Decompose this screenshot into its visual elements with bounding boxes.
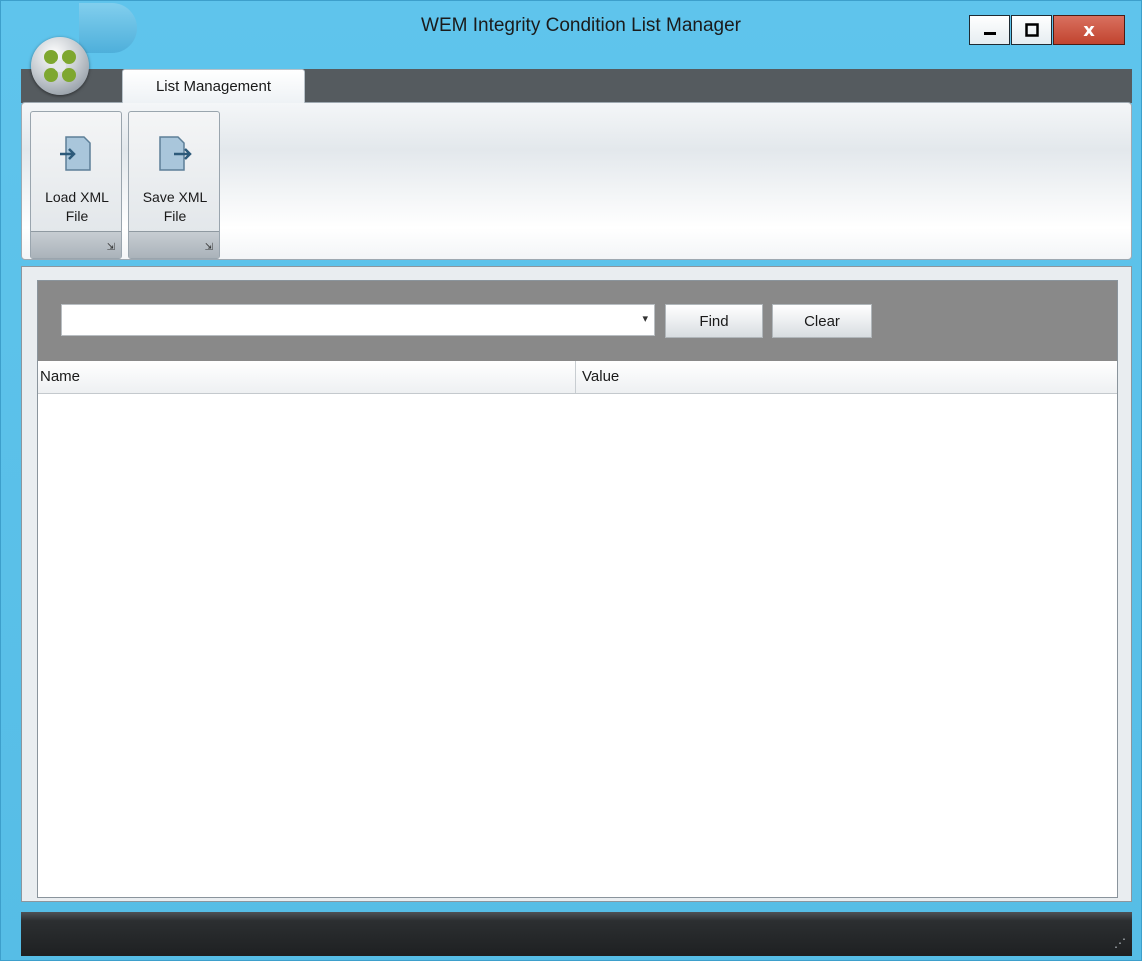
save-xml-file-label: Save XML File	[142, 189, 208, 224]
save-xml-file-button[interactable]: Save XML File ⇲	[128, 111, 220, 259]
chevron-down-icon[interactable]: ▾	[642, 312, 648, 325]
minimize-button[interactable]	[969, 15, 1010, 45]
citrix-logo-icon	[44, 50, 76, 82]
app-window: WEM Integrity Condition List Manager x L…	[0, 0, 1142, 961]
load-xml-file-label: Load XML File	[45, 189, 109, 224]
title-bar[interactable]: WEM Integrity Condition List Manager x	[1, 1, 1141, 71]
window-title: WEM Integrity Condition List Manager	[421, 15, 741, 36]
load-xml-file-button[interactable]: Load XML File ⇲	[30, 111, 122, 259]
app-orb-backdrop	[79, 3, 137, 53]
close-button[interactable]: x	[1053, 15, 1125, 45]
column-header-name[interactable]: Name	[38, 361, 576, 393]
application-menu-button[interactable]	[31, 37, 89, 95]
load-file-icon	[60, 136, 91, 171]
maximize-button[interactable]	[1011, 15, 1052, 45]
save-file-icon	[159, 136, 192, 171]
dialog-launcher-icon[interactable]: ⇲	[107, 242, 115, 253]
column-header-value[interactable]: Value	[577, 361, 1117, 393]
close-icon: x	[1083, 19, 1095, 41]
group-footer: ⇲	[129, 231, 219, 258]
grid-header: Name Value	[38, 361, 1117, 394]
clear-button[interactable]: Clear	[772, 304, 872, 338]
tab-list-management[interactable]: List Management	[122, 69, 305, 103]
find-button[interactable]: Find	[665, 304, 763, 338]
ribbon: Load XML File ⇲ Save XML File ⇲	[21, 102, 1132, 260]
search-combobox[interactable]: ▾	[61, 304, 655, 336]
search-input[interactable]	[62, 305, 622, 335]
group-footer: ⇲	[31, 231, 121, 258]
maximize-icon	[1024, 23, 1039, 37]
minimize-icon	[983, 32, 996, 35]
dialog-launcher-icon[interactable]: ⇲	[205, 242, 213, 253]
status-bar: ⋰	[21, 912, 1132, 956]
resize-grip-icon[interactable]: ⋰	[1114, 936, 1126, 950]
